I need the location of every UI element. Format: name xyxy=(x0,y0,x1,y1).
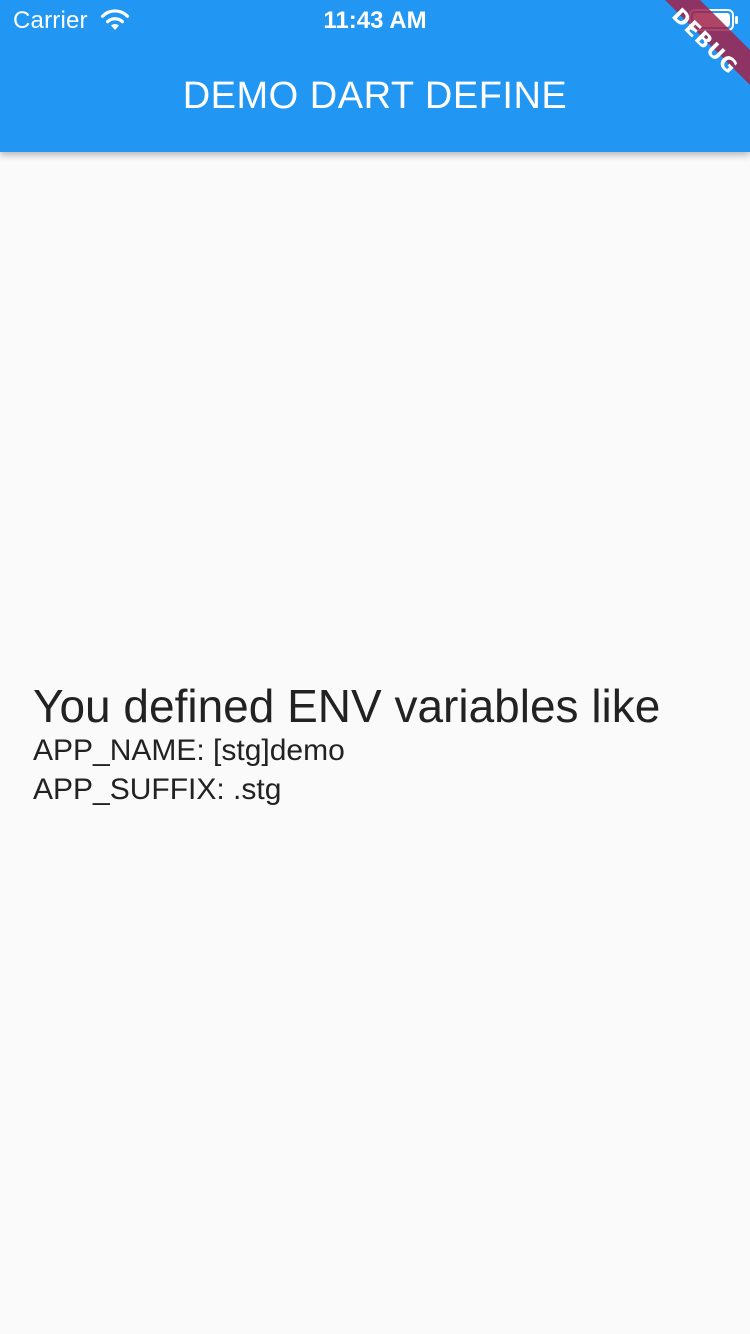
env-info: You defined ENV variables like APP_NAME:… xyxy=(33,681,660,809)
app-screen: Carrier 11:43 AM DEMO DART DEFINE DEBUG … xyxy=(0,0,750,1334)
battery-icon xyxy=(689,9,738,31)
app-bar-title: DEMO DART DEFINE xyxy=(182,75,568,117)
env-line-app-suffix: APP_SUFFIX: .stg xyxy=(33,773,282,806)
env-headline: You defined ENV variables like xyxy=(33,680,661,732)
env-line-app-name: APP_NAME: [stg]demo xyxy=(33,734,345,767)
status-time: 11:43 AM xyxy=(323,7,427,34)
app-bar: Carrier 11:43 AM DEMO DART DEFINE xyxy=(0,0,750,152)
status-bar: Carrier 11:43 AM xyxy=(0,0,750,40)
